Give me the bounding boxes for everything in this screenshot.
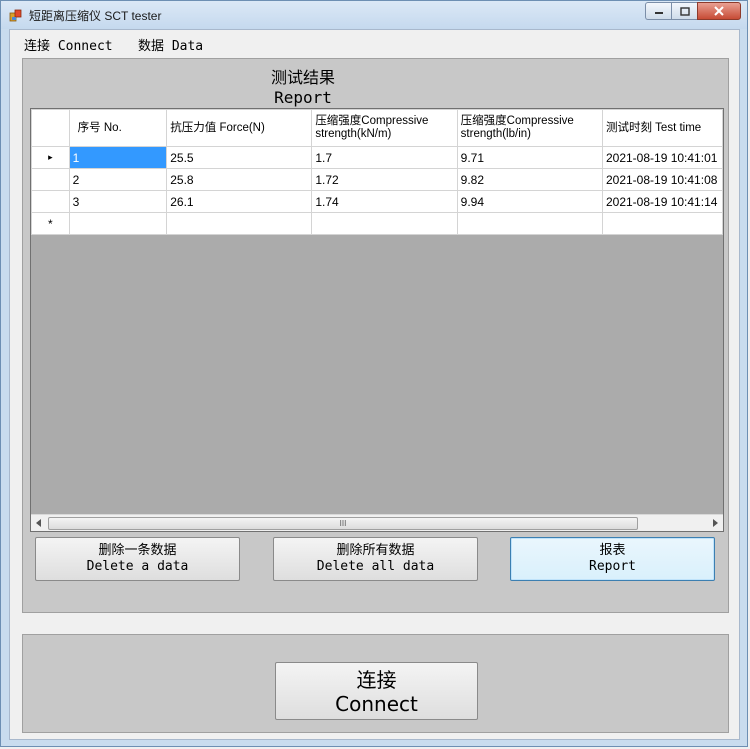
report-label-cn: 报表: [599, 543, 626, 558]
app-icon: [9, 9, 22, 22]
table-cell[interactable]: 9.71: [456, 146, 603, 169]
delete-all-button[interactable]: 删除所有数据 Delete all data: [273, 537, 478, 581]
row-header[interactable]: [31, 168, 70, 191]
scroll-left-arrow[interactable]: [31, 515, 47, 531]
scroll-right-icon: [713, 519, 718, 527]
table-cell[interactable]: [68, 212, 168, 235]
delete-all-label-en: Delete all data: [316, 559, 435, 574]
delete-one-label-en: Delete a data: [86, 559, 189, 574]
new-row-indicator[interactable]: *: [31, 212, 70, 235]
table-cell[interactable]: 9.94: [456, 190, 603, 213]
menu-data[interactable]: 数据 Data: [138, 35, 203, 54]
menu-bar: 连接 Connect 数据 Data: [10, 30, 739, 54]
column-header-force[interactable]: 抗压力值 Force(N): [166, 109, 313, 147]
menu-connect[interactable]: 连接 Connect: [24, 35, 113, 54]
table-cell[interactable]: [456, 212, 603, 235]
app-window: 短距离压缩仪 SCT tester 连接 Connect 数据 Data 测试结…: [0, 0, 748, 747]
connect-panel: 连接 Connect: [22, 634, 729, 733]
table-cell[interactable]: 3: [68, 190, 168, 213]
maximize-button[interactable]: [671, 2, 697, 20]
column-header-test-time[interactable]: 测试时刻 Test time: [601, 109, 723, 147]
table-cell[interactable]: 26.1: [166, 190, 313, 213]
new-row[interactable]: *: [31, 212, 723, 235]
scroll-left-icon: [36, 519, 41, 527]
table-cell[interactable]: 25.8: [166, 168, 313, 191]
table-cell[interactable]: 2021-08-19 10:41:08: [601, 168, 723, 191]
scrollbar-thumb[interactable]: III: [48, 517, 638, 530]
minimize-button[interactable]: [645, 2, 671, 20]
close-icon: [714, 6, 724, 16]
delete-one-label-cn: 删除一条数据: [98, 543, 177, 558]
table-cell[interactable]: 9.82: [456, 168, 603, 191]
header-row: 序号 No. 抗压力值 Force(N) 压缩强度Compressive str…: [31, 109, 723, 147]
table-cell[interactable]: 2: [68, 168, 168, 191]
connect-label-cn: 连接: [356, 668, 397, 692]
table-cell[interactable]: [311, 212, 458, 235]
column-header-strength-knm[interactable]: 压缩强度Compressive strength(kN/m): [311, 109, 458, 147]
table-cell[interactable]: 2021-08-19 10:41:01: [601, 146, 723, 169]
table-cell[interactable]: 1.72: [311, 168, 458, 191]
table-cell[interactable]: [166, 212, 313, 235]
row-header[interactable]: [31, 190, 70, 213]
window-title: 短距离压缩仪 SCT tester: [29, 9, 162, 23]
client-area: 连接 Connect 数据 Data 测试结果 Report 序号 No. 抗压…: [9, 29, 740, 740]
current-row-indicator[interactable]: ▸: [31, 146, 70, 169]
table-row[interactable]: ▸ 1 25.5 1.7 9.71 2021-08-19 10:41:01: [31, 146, 723, 169]
table-cell[interactable]: 1.74: [311, 190, 458, 213]
column-header-strength-lbin[interactable]: 压缩强度Compressive strength(lb/in): [456, 109, 603, 147]
table-row[interactable]: 3 26.1 1.74 9.94 2021-08-19 10:41:14: [31, 190, 723, 213]
table-cell[interactable]: 1.7: [311, 146, 458, 169]
scroll-right-arrow[interactable]: [707, 515, 723, 531]
horizontal-scrollbar[interactable]: III: [31, 514, 723, 531]
connect-label-en: Connect: [335, 692, 418, 716]
maximize-icon: [679, 6, 690, 16]
table-cell[interactable]: 25.5: [166, 146, 313, 169]
table-row[interactable]: 2 25.8 1.72 9.82 2021-08-19 10:41:08: [31, 168, 723, 191]
results-table: 序号 No. 抗压力值 Force(N) 压缩强度Compressive str…: [31, 109, 723, 235]
results-heading-cn: 测试结果: [270, 68, 335, 87]
title-bar[interactable]: 短距离压缩仪 SCT tester: [1, 1, 747, 29]
table-cell[interactable]: 2021-08-19 10:41:14: [601, 190, 723, 213]
report-label-en: Report: [589, 559, 636, 574]
column-header-no[interactable]: 序号 No.: [68, 109, 168, 147]
delete-one-button[interactable]: 删除一条数据 Delete a data: [35, 537, 240, 581]
results-heading-en: Report: [274, 88, 332, 107]
minimize-icon: [654, 12, 663, 14]
delete-all-label-cn: 删除所有数据: [336, 543, 415, 558]
results-panel: 测试结果 Report 序号 No. 抗压力值 Force(N) 压缩强度Com…: [22, 58, 729, 613]
table-cell[interactable]: 1: [68, 146, 168, 169]
close-button[interactable]: [697, 2, 741, 20]
table-cell[interactable]: [601, 212, 723, 235]
results-grid[interactable]: 序号 No. 抗压力值 Force(N) 压缩强度Compressive str…: [30, 108, 724, 532]
report-button[interactable]: 报表 Report: [510, 537, 715, 581]
row-header-corner[interactable]: [31, 109, 70, 147]
connect-button[interactable]: 连接 Connect: [275, 662, 478, 720]
